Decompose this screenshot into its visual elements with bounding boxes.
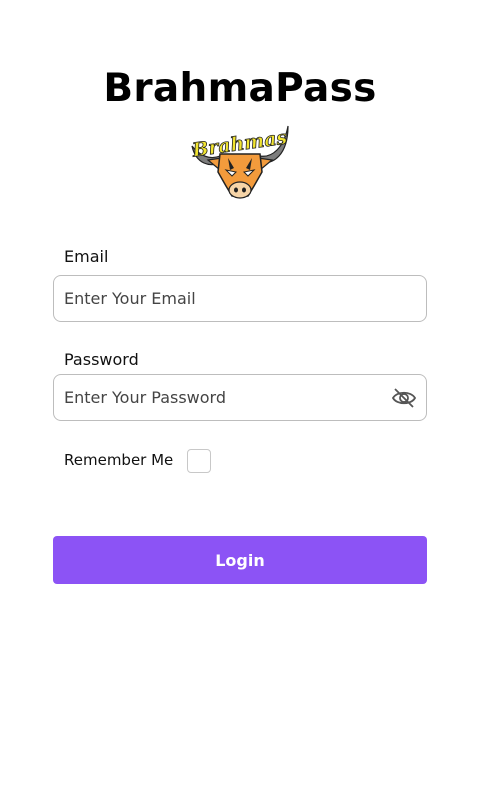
eye-off-icon[interactable] xyxy=(391,386,417,410)
login-button[interactable]: Login xyxy=(53,536,427,584)
email-field[interactable] xyxy=(53,275,427,322)
password-input[interactable] xyxy=(64,375,384,420)
password-label: Password xyxy=(64,350,139,369)
brahmas-logo: Brahmas xyxy=(190,125,289,199)
password-field[interactable] xyxy=(53,374,427,421)
app-title: BrahmaPass xyxy=(103,66,377,111)
remember-me-checkbox[interactable] xyxy=(187,449,211,473)
email-input[interactable] xyxy=(64,276,384,321)
remember-me-label: Remember Me xyxy=(64,451,174,469)
email-label: Email xyxy=(64,247,109,266)
